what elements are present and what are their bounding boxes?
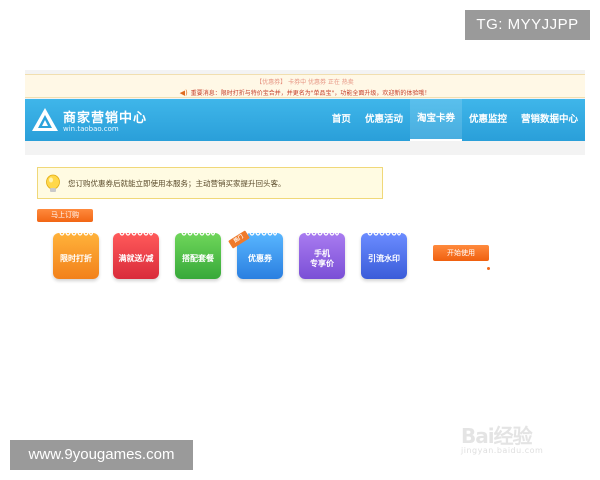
start-using-button[interactable]: 开始使用 [433, 245, 489, 261]
tile-limited-time-discount[interactable]: 限时打折 [53, 228, 99, 279]
tile-label: 引流水印 [368, 253, 400, 263]
notebook-spiral-icon [305, 228, 339, 236]
nav-item-promotion-monitor[interactable]: 优惠监控 [462, 99, 514, 141]
tile-label: 限时打折 [60, 253, 92, 263]
notebook-spiral-icon [119, 228, 153, 236]
baidu-watermark-url: jingyan.baidu.com [461, 446, 544, 455]
logo-subtitle: win.taobao.com [63, 125, 119, 133]
notice-bar: 【优惠券】 卡券中 优惠券 正在 热卖 ◀) 重要消息：限时打折与特价宝合并，并更… [25, 74, 585, 98]
nav-item-marketing-data-center[interactable]: 营销数据中心 [514, 99, 585, 141]
notice-line-top: 【优惠券】 卡券中 优惠券 正在 热卖 [25, 77, 585, 86]
logo-title[interactable]: 商家营销中心 [63, 107, 147, 126]
order-now-button[interactable]: 马上订购 [37, 209, 93, 222]
tile-traffic-watermark[interactable]: 引流水印 [361, 228, 407, 279]
tip-text: 您订购优惠券后就能立即使用本服务；主动营销买家提升回头客。 [68, 179, 286, 188]
baidu-jingyan-watermark: Bai经验 jingyan.baidu.com [461, 420, 591, 460]
notebook-spiral-icon [181, 228, 215, 236]
tile-label: 满就送/减 [118, 253, 154, 263]
status-dot [487, 267, 490, 270]
tile-coupon[interactable]: 热门 优惠券 [228, 228, 283, 279]
top-header: 商家营销中心 win.taobao.com 首页 优惠活动 淘宝卡券 优惠监控 … [25, 99, 585, 141]
nav-item-home[interactable]: 首页 [325, 99, 358, 141]
site-url-badge: www.9yougames.com [10, 440, 193, 470]
baidu-watermark-logo: Bai经验 [461, 424, 533, 448]
tile-label-line1: 手机 [314, 248, 330, 258]
tile-full-reduction[interactable]: 满就送/减 [113, 228, 159, 279]
notice-message[interactable]: 重要消息：限时打折与特价宝合并，并更名为"单品宝"，功能全面升级，欢迎新的体验哦… [191, 90, 431, 97]
notebook-spiral-icon [367, 228, 401, 236]
main-nav: 首页 优惠活动 淘宝卡券 优惠监控 营销数据中心 [325, 99, 585, 141]
notebook-spiral-icon [59, 228, 93, 236]
speaker-icon: ◀) [179, 89, 188, 97]
tile-label: 优惠券 [248, 253, 272, 263]
tile-bundle-package[interactable]: 搭配套餐 [175, 228, 221, 279]
main-content: 您订购优惠券后就能立即使用本服务；主动营销买家提升回头客。 马上订购 限时打折 … [25, 155, 585, 455]
lightbulb-icon [46, 174, 60, 192]
notice-line-top-text: 【优惠券】 卡券中 优惠券 正在 热卖 [256, 79, 354, 86]
tile-label: 搭配套餐 [182, 253, 214, 263]
tile-label-group: 手机 专享价 [310, 243, 334, 270]
nav-item-promotions[interactable]: 优惠活动 [358, 99, 410, 141]
tile-mobile-exclusive-price[interactable]: 手机 专享价 [299, 228, 345, 279]
marketing-center-window: 【优惠券】 卡券中 优惠券 正在 热卖 ◀) 重要消息：限时打折与特价宝合并，并更… [25, 70, 585, 455]
screenshot-page: TG: MYYJJPP 【优惠券】 卡券中 优惠券 正在 热卖 ◀) 重要消息：限… [0, 0, 600, 480]
tip-box: 您订购优惠券后就能立即使用本服务；主动营销买家提升回头客。 [37, 167, 383, 199]
tg-watermark-badge: TG: MYYJJPP [465, 10, 590, 40]
nav-item-taobao-coupons[interactable]: 淘宝卡券 [409, 99, 462, 141]
notice-line-main[interactable]: ◀) 重要消息：限时打折与特价宝合并，并更名为"单品宝"，功能全面升级，欢迎新的体… [25, 88, 585, 97]
tile-label-line2: 专享价 [310, 259, 334, 268]
hot-ribbon-badge: 热门 [228, 230, 250, 249]
logo-icon[interactable] [31, 107, 59, 133]
